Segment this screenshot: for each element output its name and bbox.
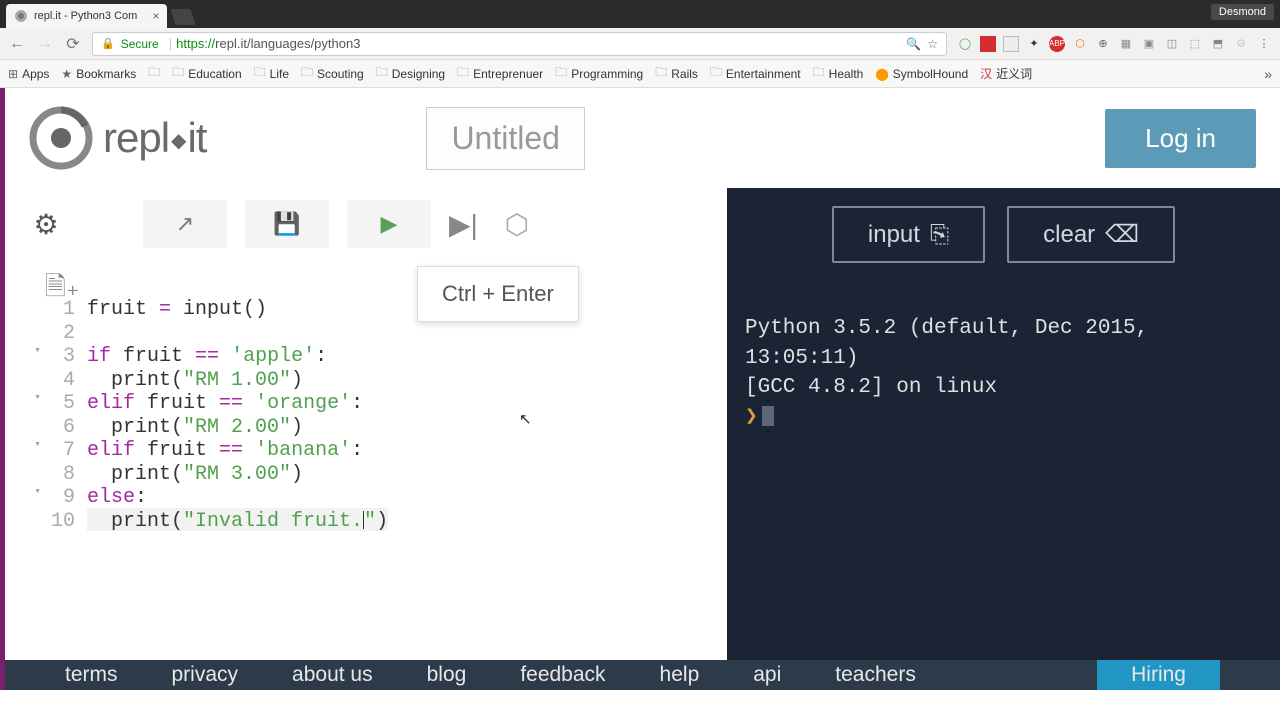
run-tooltip: Ctrl + Enter [417, 266, 579, 322]
url-domain: repl.it [215, 36, 247, 51]
chrome-menu-icon[interactable]: ⋮ [1256, 36, 1272, 52]
new-tab-button[interactable] [171, 9, 196, 25]
address-bar[interactable]: 🔒 Secure | https://repl.it/languages/pyt… [92, 32, 947, 56]
cube-icon: ⬡ [505, 208, 529, 241]
secure-label: Secure [121, 37, 159, 51]
logo-text: repl◆it [103, 114, 206, 162]
editor-panel: ⚙ ↗ 💾 ▶ ▶| ⬡ Ctrl + Enter ↖ 🗎₊ 1 2 3 4 5… [5, 188, 727, 690]
footer-link-teachers[interactable]: teachers [835, 663, 916, 687]
logo-icon [29, 106, 93, 170]
footer-hiring[interactable]: Hiring [1097, 660, 1220, 690]
terminal-cursor [762, 406, 774, 426]
ext-icon[interactable]: ⊕ [1095, 36, 1111, 52]
browser-tab-strip: repl.it - Python3 Com × Desmond [0, 0, 1280, 28]
bookmark-folder[interactable]: 🗀 [148, 63, 160, 84]
footer-link-blog[interactable]: blog [427, 663, 467, 687]
extension-icons: ◯ ✦ ABP ⬡ ⊕ ▦ ▣ ◫ ⬚ ⬒ ⚙ ⋮ [957, 36, 1272, 52]
bookmark-folder[interactable]: 🗀Programming [555, 63, 643, 84]
ext-icon[interactable]: ⬒ [1210, 36, 1226, 52]
footer-link-feedback[interactable]: feedback [520, 663, 605, 687]
browser-tab[interactable]: repl.it - Python3 Com × [6, 4, 167, 28]
ext-icon[interactable]: ◫ [1164, 36, 1180, 52]
bookmark-item[interactable]: 汉近义词 [980, 65, 1032, 82]
page-content: repl◆it Untitled Log in ⚙ ↗ 💾 ▶ ▶| ⬡ Ctr… [0, 88, 1280, 690]
bookmark-folder[interactable]: 🗀Entreprenuer [457, 63, 543, 84]
lock-icon: 🔒 [101, 37, 115, 50]
bookmark-folder[interactable]: 🗀Rails [655, 63, 698, 84]
input-button[interactable]: input⎘ [832, 206, 985, 263]
ext-icon[interactable] [980, 36, 996, 52]
ext-icon[interactable]: ABP [1049, 36, 1065, 52]
bookmark-item[interactable]: ⬤SymbolHound [875, 67, 968, 81]
workspace: ⚙ ↗ 💾 ▶ ▶| ⬡ Ctrl + Enter ↖ 🗎₊ 1 2 3 4 5… [5, 188, 1280, 690]
back-button[interactable]: ← [8, 35, 26, 53]
bookmark-star[interactable]: ★Bookmarks [61, 67, 136, 81]
package-button[interactable]: ⬡ [496, 203, 538, 245]
bookmarks-bar: ⊞Apps ★Bookmarks 🗀 🗀Education 🗀Life 🗀Sco… [0, 60, 1280, 88]
ext-icon[interactable]: ✦ [1026, 36, 1042, 52]
ext-icon[interactable]: ⚙ [1233, 36, 1249, 52]
step-button[interactable]: ▶| [449, 203, 478, 245]
code-content[interactable]: fruit = input() if fruit == 'apple': pri… [87, 296, 388, 531]
site-footer: terms privacy about us blog feedback hel… [5, 660, 1280, 690]
login-button[interactable]: Log in [1105, 109, 1256, 168]
logo[interactable]: repl◆it [29, 106, 206, 170]
ext-icon[interactable]: ◯ [957, 36, 973, 52]
bookmark-folder[interactable]: 🗀Education [172, 63, 241, 84]
bookmark-folder[interactable]: 🗀Designing [376, 63, 445, 84]
ext-icon[interactable]: ▦ [1118, 36, 1134, 52]
search-icon[interactable]: 🔍 [906, 37, 921, 51]
bookmark-folder[interactable]: 🗀Scouting [301, 63, 364, 84]
forward-button: → [36, 35, 54, 53]
browser-toolbar: ← → ⟳ 🔒 Secure | https://repl.it/languag… [0, 28, 1280, 60]
footer-link-privacy[interactable]: privacy [172, 663, 239, 687]
profile-badge[interactable]: Desmond [1211, 4, 1274, 20]
url-protocol: https:// [176, 36, 215, 51]
apps-button[interactable]: ⊞Apps [8, 67, 49, 81]
save-button[interactable]: 💾 [245, 200, 329, 248]
gear-icon: ⚙ [33, 208, 58, 241]
star-icon[interactable]: ☆ [927, 37, 938, 51]
console-output[interactable]: Python 3.5.2 (default, Dec 2015, 13:05:1… [727, 285, 1280, 432]
share-button[interactable]: ↗ [143, 200, 227, 248]
ext-icon[interactable]: ⬡ [1072, 36, 1088, 52]
bookmark-folder[interactable]: 🗀Life [254, 63, 289, 84]
site-header: repl◆it Untitled Log in [5, 88, 1280, 188]
clear-button[interactable]: clear⌫ [1007, 206, 1175, 263]
footer-link-api[interactable]: api [753, 663, 781, 687]
footer-link-about[interactable]: about us [292, 663, 373, 687]
url-path: /languages/python3 [247, 36, 360, 51]
ext-icon[interactable] [1003, 36, 1019, 52]
tab-title: repl.it - Python3 Com [34, 10, 137, 22]
bookmark-folder[interactable]: 🗀Health [813, 63, 864, 84]
step-icon: ▶| [449, 208, 478, 241]
line-gutter: 1 2 3 4 5 6 7 8 9 10 [35, 296, 87, 531]
settings-button[interactable]: ⚙ [25, 203, 67, 245]
bookmark-folder[interactable]: 🗀Entertainment [710, 63, 801, 84]
backspace-icon: ⌫ [1105, 220, 1139, 249]
console-panel: input⎘ clear⌫ Python 3.5.2 (default, Dec… [727, 188, 1280, 690]
save-icon: 💾 [273, 211, 300, 237]
reload-button[interactable]: ⟳ [64, 34, 82, 54]
input-icon: ⎘ [930, 221, 949, 249]
bookmarks-overflow[interactable]: » [1264, 66, 1272, 82]
footer-link-help[interactable]: help [660, 663, 700, 687]
play-icon: ▶ [381, 211, 398, 237]
editor-toolbar: ⚙ ↗ 💾 ▶ ▶| ⬡ [5, 188, 727, 260]
code-editor[interactable]: 1 2 3 4 5 6 7 8 9 10 fruit = input() if … [5, 296, 727, 531]
tab-favicon [14, 9, 28, 23]
repl-title-input[interactable]: Untitled [426, 107, 585, 170]
share-icon: ↗ [176, 211, 194, 237]
run-button[interactable]: ▶ [347, 200, 431, 248]
prompt-icon: ❯ [745, 406, 758, 429]
ext-icon[interactable]: ▣ [1141, 36, 1157, 52]
close-tab-icon[interactable]: × [152, 9, 159, 23]
footer-link-terms[interactable]: terms [65, 663, 118, 687]
console-controls: input⎘ clear⌫ [727, 206, 1280, 263]
ext-icon[interactable]: ⬚ [1187, 36, 1203, 52]
